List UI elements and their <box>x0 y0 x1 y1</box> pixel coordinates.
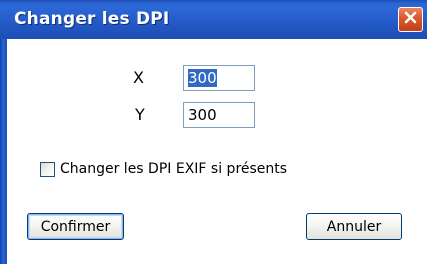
x-dpi-value: 300 <box>188 69 217 87</box>
x-label: X <box>133 68 144 87</box>
close-button[interactable] <box>398 7 423 32</box>
exif-option[interactable]: Changer les DPI EXIF si présents <box>40 161 287 177</box>
exif-checkbox-label[interactable]: Changer les DPI EXIF si présents <box>60 161 287 177</box>
y-dpi-value: 300 <box>188 106 217 124</box>
dialog-title: Changer les DPI <box>14 9 170 29</box>
confirm-button[interactable]: Confirmer <box>27 213 124 240</box>
y-dpi-input[interactable]: 300 <box>183 102 255 128</box>
close-icon <box>404 11 417 29</box>
x-dpi-input[interactable]: 300 <box>183 65 255 91</box>
window-frame-left <box>0 39 7 264</box>
cancel-button[interactable]: Annuler <box>306 213 402 240</box>
exif-checkbox[interactable] <box>40 161 55 177</box>
title-bar[interactable]: Changer les DPI <box>0 0 427 39</box>
dialog-window: Changer les DPI X 300 Y 300 Changer les … <box>0 0 427 264</box>
y-label: Y <box>135 105 145 124</box>
